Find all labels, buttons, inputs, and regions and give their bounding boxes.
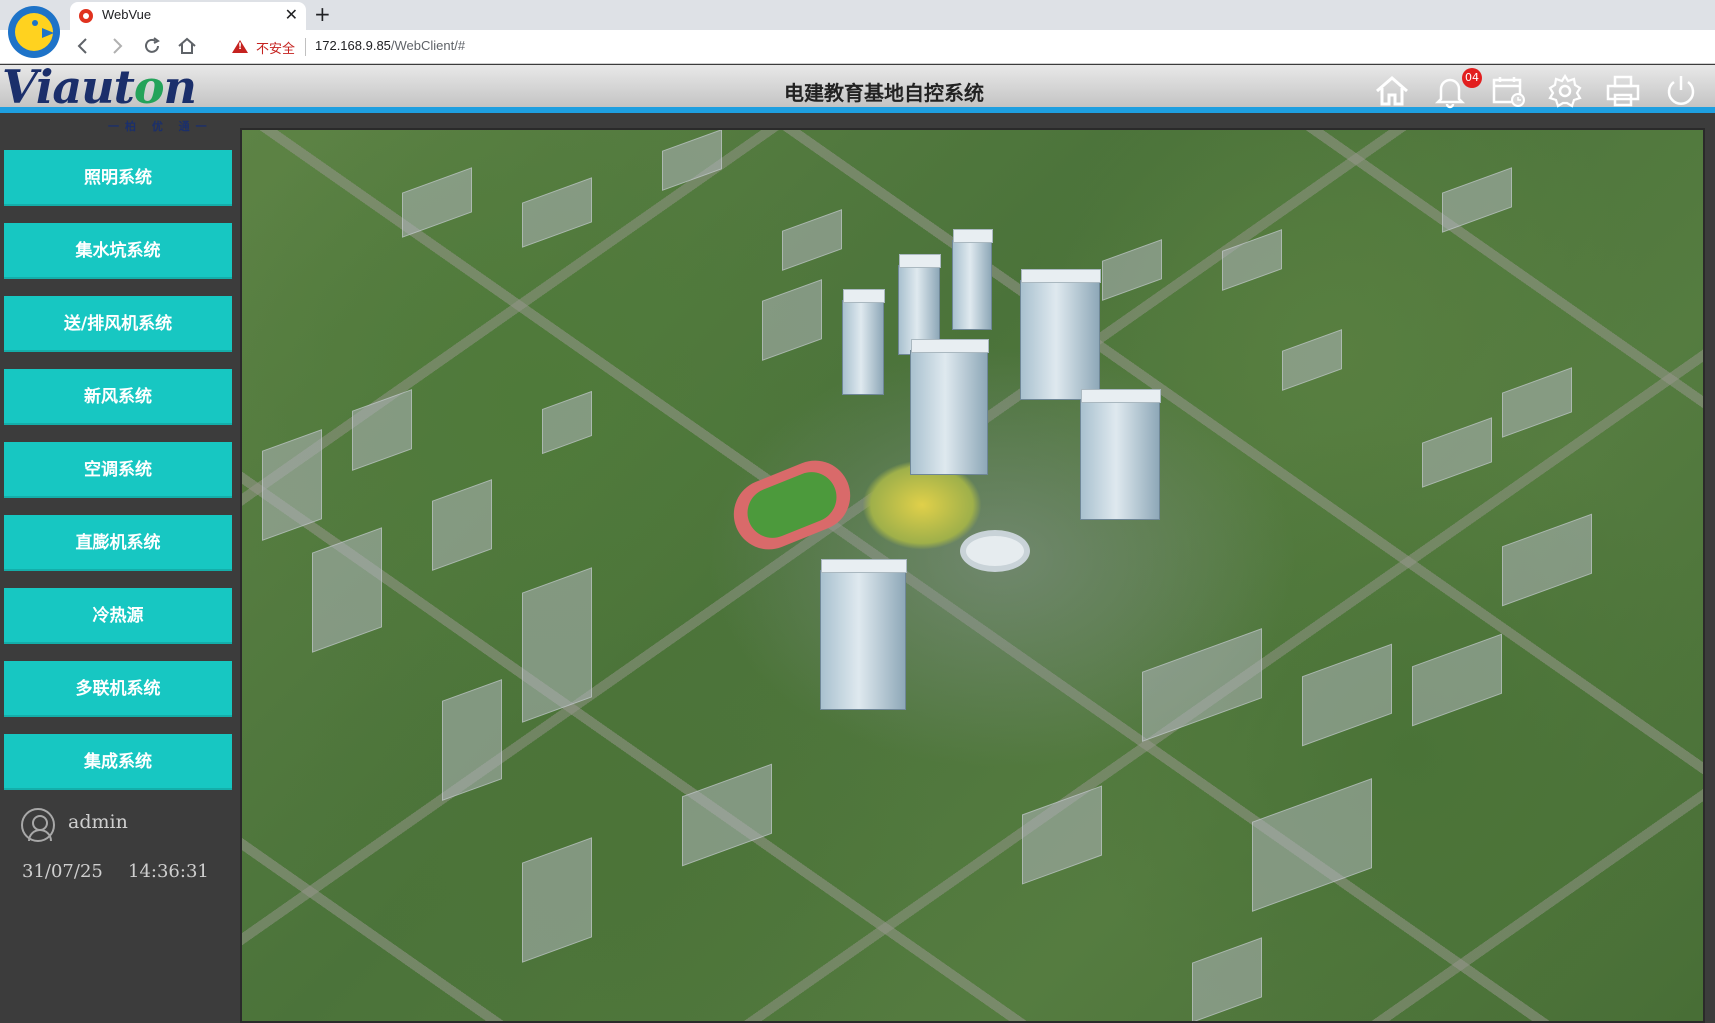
sports-field [723, 450, 861, 560]
tab-favicon-icon [79, 9, 93, 23]
menu-vrf-button[interactable]: 多联机系统 [4, 661, 232, 717]
surrounding-building [1502, 513, 1592, 607]
menu-lighting-button[interactable]: 照明系统 [4, 150, 232, 206]
url-path: /WebClient/# [390, 38, 466, 53]
surrounding-building [402, 167, 472, 238]
forward-arrow-icon [113, 38, 123, 54]
surrounding-building [662, 130, 722, 191]
surrounding-building [1502, 367, 1572, 438]
browser-tabbar: WebVue ✕ + [0, 0, 1715, 30]
browser-tab[interactable]: WebVue ✕ [70, 2, 306, 30]
sidebar: 照明系统 集水坑系统 送/排风机系统 新风系统 空调系统 直膨机系统 冷热源 多… [0, 119, 238, 1023]
surrounding-building [1142, 628, 1262, 742]
surrounding-building [352, 389, 412, 471]
surrounding-building [1022, 785, 1102, 885]
address-bar[interactable]: 172.168.9.85/WebClient/# [315, 38, 465, 53]
browser-toolbar: 不安全 172.168.9.85/WebClient/# [0, 30, 1715, 64]
surrounding-building [1252, 778, 1372, 912]
menu-heat-cold-source-button[interactable]: 冷热源 [4, 588, 232, 644]
reload-button[interactable] [141, 35, 163, 57]
printer-icon[interactable] [1605, 73, 1641, 109]
surrounding-building [522, 567, 592, 723]
menu-integration-button[interactable]: 集成系统 [4, 734, 232, 790]
campus-tower[interactable] [1020, 269, 1101, 400]
browser-logo-icon[interactable] [8, 6, 60, 58]
tab-close-button[interactable]: ✕ [285, 5, 298, 24]
surrounding-building [762, 279, 822, 361]
app-header: 电建教育基地自控系统 [0, 65, 1715, 113]
surrounding-building [1282, 329, 1342, 391]
campus-tower[interactable] [910, 339, 989, 475]
url-host: 172.168.9.85 [315, 38, 391, 53]
forward-button[interactable] [106, 35, 128, 57]
brand-slogan: 一柏 优 通一 [108, 120, 213, 133]
browser-home-icon [178, 37, 196, 54]
surrounding-building [432, 479, 492, 571]
menu-supply-exhaust-fan-button[interactable]: 送/排风机系统 [4, 296, 232, 352]
surrounding-building [522, 837, 592, 963]
surrounding-building [1412, 633, 1502, 727]
surrounding-building [1442, 167, 1512, 233]
brand-logo: Viauton 一柏 优 通一 [2, 60, 214, 134]
back-button[interactable] [72, 35, 94, 57]
new-tab-button[interactable]: + [314, 2, 331, 26]
surrounding-building [1422, 417, 1492, 488]
surrounding-building [682, 763, 772, 867]
gear-icon[interactable] [1547, 73, 1583, 109]
campus-tower[interactable] [842, 289, 885, 395]
surrounding-building [312, 527, 382, 653]
user-avatar-icon [21, 808, 55, 842]
current-date: 31/07/25 [22, 861, 103, 882]
surrounding-building [1302, 643, 1392, 747]
surrounding-building [1192, 937, 1262, 1021]
url-separator [305, 38, 306, 56]
menu-sump-pit-button[interactable]: 集水坑系统 [4, 223, 232, 279]
campus-tower[interactable] [1080, 389, 1161, 520]
campus-tower[interactable] [952, 229, 993, 330]
home-button[interactable] [176, 35, 198, 57]
surrounding-building [262, 429, 322, 541]
menu-air-conditioning-button[interactable]: 空调系统 [4, 442, 232, 498]
tab-title: WebVue [102, 7, 152, 22]
alarm-count-badge: 04 [1462, 68, 1482, 88]
current-time: 14:36:31 [128, 861, 209, 882]
campus-aerial-view[interactable] [240, 128, 1705, 1023]
power-icon[interactable] [1663, 73, 1699, 109]
reload-icon [145, 37, 160, 53]
username: admin [68, 811, 128, 833]
surrounding-building [782, 209, 842, 271]
surrounding-building [1222, 229, 1282, 291]
surrounding-building [542, 390, 592, 455]
menu-fresh-air-button[interactable]: 新风系统 [4, 369, 232, 425]
campus-tower[interactable] [820, 559, 907, 710]
security-status[interactable]: 不安全 [256, 38, 295, 57]
surrounding-building [1102, 239, 1162, 301]
menu-dx-unit-button[interactable]: 直膨机系统 [4, 515, 232, 571]
warning-icon [232, 40, 248, 53]
surrounding-building [522, 177, 592, 248]
central-dome [960, 530, 1030, 572]
surrounding-building [442, 679, 502, 801]
back-arrow-icon [77, 38, 87, 54]
brand-name: Viauton [2, 60, 197, 114]
home-icon[interactable] [1374, 73, 1410, 109]
calendar-clock-icon[interactable] [1491, 73, 1527, 109]
